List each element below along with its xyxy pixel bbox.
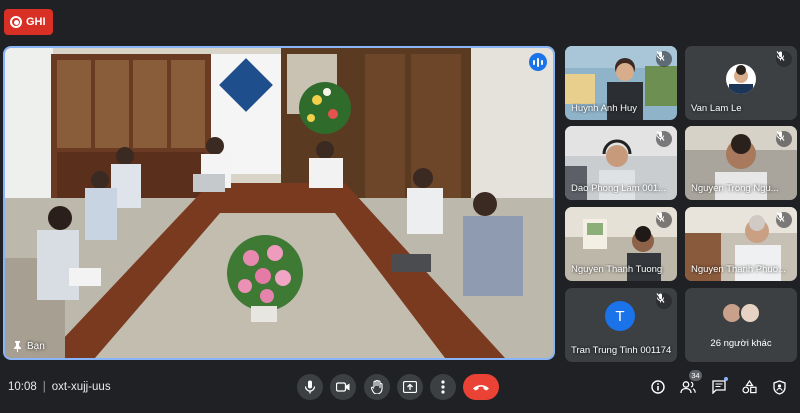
participant-name: Tran Trung Tinh 001174: [571, 345, 672, 356]
mic-off-icon: [776, 51, 792, 67]
mic-off-icon: [656, 293, 672, 309]
participant-name: Huynh Anh Huy: [571, 103, 638, 114]
camera-button[interactable]: [330, 374, 356, 400]
main-video-tile[interactable]: Bạn: [3, 46, 555, 360]
participant-tile[interactable]: Nguyen Thanh Tuong: [565, 207, 677, 281]
mic-off-icon: [776, 212, 792, 228]
people-count-badge: 34: [689, 370, 702, 381]
participant-tile[interactable]: Dao Phong Lam 001...: [565, 126, 677, 200]
present-button[interactable]: [397, 374, 423, 400]
participant-name: Van Lam Le: [691, 103, 742, 114]
end-call-icon: [473, 385, 489, 391]
meeting-time: 10:08: [8, 381, 37, 393]
end-call-button[interactable]: [463, 374, 499, 400]
camera-icon: [336, 382, 350, 392]
speaking-indicator-icon: [529, 53, 547, 71]
meeting-code: oxt-xujj-uus: [51, 381, 111, 393]
host-controls-button[interactable]: [769, 377, 789, 397]
mic-off-icon: [776, 131, 792, 147]
main-video-feed: [5, 48, 553, 358]
mic-button[interactable]: [297, 374, 323, 400]
info-button[interactable]: [648, 377, 668, 397]
raise-hand-icon: [371, 380, 383, 394]
mic-off-icon: [656, 51, 672, 67]
activities-button[interactable]: [739, 377, 759, 397]
others-label: 26 người khác: [710, 338, 772, 349]
participant-tile[interactable]: Nguyen Thanh Phuo...: [685, 207, 797, 281]
participant-tile[interactable]: Huynh Anh Huy: [565, 46, 677, 120]
participant-tile[interactable]: T Tran Trung Tinh 001174: [565, 288, 677, 362]
pin-icon: [14, 341, 21, 352]
people-icon: [680, 380, 696, 393]
mic-off-icon: [656, 131, 672, 147]
meeting-separator: |: [42, 381, 46, 393]
host-controls-icon: [772, 379, 786, 395]
others-tile[interactable]: 26 người khác: [685, 288, 797, 362]
participant-tile[interactable]: Van Lam Le: [685, 46, 797, 120]
main-speaker-name: Bạn: [27, 341, 45, 352]
participant-name: Dao Phong Lam 001...: [571, 183, 667, 194]
participant-tile[interactable]: Nguyen Trong Ngu...: [685, 126, 797, 200]
others-avatars: [721, 302, 761, 324]
meeting-info: 10:08 | oxt-xujj-uus: [8, 381, 111, 393]
present-icon: [403, 381, 417, 393]
chat-notification-dot: [724, 377, 728, 381]
mic-off-icon: [656, 212, 672, 228]
participant-name: Nguyen Trong Ngu...: [691, 183, 779, 194]
main-speaker-label: Bạn: [13, 341, 45, 352]
raise-hand-button[interactable]: [364, 374, 390, 400]
activities-icon: [741, 380, 757, 394]
recording-label: GHI: [26, 16, 46, 28]
mic-icon: [304, 380, 316, 394]
recording-badge[interactable]: GHI: [4, 9, 53, 35]
participant-name: Nguyen Thanh Phuo...: [691, 264, 786, 275]
info-icon: [651, 380, 665, 394]
participant-name: Nguyen Thanh Tuong: [571, 264, 663, 275]
chat-icon: [712, 380, 726, 394]
record-icon: [10, 16, 22, 28]
more-options-button[interactable]: [430, 374, 456, 400]
more-options-icon: [441, 380, 445, 394]
participant-avatar: T: [605, 301, 635, 331]
